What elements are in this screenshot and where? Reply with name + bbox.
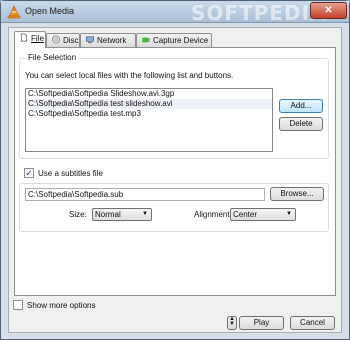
capture-device-icon	[142, 37, 150, 43]
size-select[interactable]: Normal ▼	[92, 208, 152, 221]
open-media-window: Open Media SOFTPEDIA ✕ File Disc Network…	[0, 0, 350, 340]
network-icon	[86, 36, 94, 44]
tab-file-label: File	[31, 34, 44, 43]
close-button[interactable]: ✕	[310, 2, 347, 19]
tab-capture-device[interactable]: Capture Device	[136, 33, 212, 47]
file-icon	[20, 33, 28, 42]
show-more-options-label: Show more options	[27, 301, 96, 310]
chevron-down-icon: ▼	[142, 211, 148, 217]
file-selection-group: File Selection You can select local file…	[19, 53, 329, 159]
browse-button[interactable]: Browse...	[270, 187, 324, 201]
tab-file[interactable]: File	[14, 31, 46, 48]
play-button[interactable]: Play	[239, 316, 284, 330]
softpedia-watermark: SOFTPEDIA	[191, 1, 327, 25]
tab-capture-device-label: Capture Device	[153, 36, 209, 45]
file-list[interactable]: C:\Softpedia\Softpedia Slideshow.avi.3gp…	[25, 88, 273, 152]
chevron-down-icon: ▼	[286, 211, 292, 217]
tab-disc[interactable]: Disc	[46, 33, 80, 47]
show-more-options-checkbox[interactable]	[13, 300, 23, 310]
subtitles-group: C:\Softpedia\Softpedia.sub Browse... Siz…	[19, 183, 329, 232]
file-tab-panel: File Selection You can select local file…	[14, 47, 336, 296]
tab-network-label: Network	[97, 36, 127, 45]
size-value: Normal	[95, 210, 121, 219]
tab-network[interactable]: Network	[80, 33, 136, 47]
alignment-select[interactable]: Center ▼	[230, 208, 296, 221]
title-bar[interactable]: Open Media SOFTPEDIA ✕	[1, 1, 349, 25]
alignment-label: Alignment:	[194, 210, 232, 219]
use-subtitles-checkbox[interactable]: ✓	[24, 168, 34, 178]
window-title: Open Media	[25, 6, 75, 16]
vlc-cone-icon	[7, 5, 21, 19]
list-item[interactable]: C:\Softpedia\Softpedia test slideshow.av…	[26, 99, 272, 109]
chevron-down-icon: ▲ ▼	[229, 316, 235, 327]
use-subtitles-label: Use a subtitles file	[38, 169, 103, 178]
tab-disc-label: Disc	[63, 36, 79, 45]
dialog-body: File Disc Network Capture Device File Se…	[8, 27, 342, 333]
close-icon: ✕	[324, 5, 333, 16]
size-label: Size:	[69, 210, 87, 219]
subtitle-file-field[interactable]: C:\Softpedia\Softpedia.sub	[25, 188, 265, 201]
play-options-dropdown[interactable]: ▲ ▼	[227, 316, 237, 330]
delete-button[interactable]: Delete	[279, 117, 323, 131]
alignment-value: Center	[233, 210, 258, 219]
add-button[interactable]: Add...	[279, 99, 323, 113]
file-selection-label: File Selection	[26, 53, 79, 62]
list-item[interactable]: C:\Softpedia\Softpedia test.mp3	[26, 109, 272, 119]
file-selection-description: You can select local files with the foll…	[25, 71, 234, 80]
list-item[interactable]: C:\Softpedia\Softpedia Slideshow.avi.3gp	[26, 89, 272, 99]
cancel-button[interactable]: Cancel	[290, 316, 335, 330]
disc-icon	[52, 35, 60, 44]
